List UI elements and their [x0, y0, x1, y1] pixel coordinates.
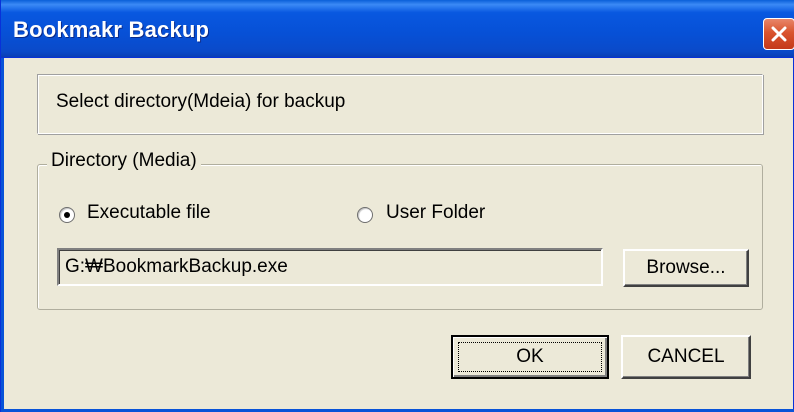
directory-group-legend: Directory (Media) [47, 150, 201, 172]
window-frame-left [1, 58, 4, 412]
radio-executable-file[interactable] [59, 207, 75, 223]
info-text: Select directory(Mdeia) for backup [56, 91, 346, 112]
ok-button[interactable]: OK [451, 335, 609, 379]
path-field[interactable] [57, 248, 603, 286]
radio-selected-dot [64, 212, 70, 218]
info-panel: Select directory(Mdeia) for backup [37, 74, 763, 134]
radio-label-user-folder[interactable]: User Folder [386, 202, 485, 224]
backup-dialog: Bookmakr Backup Select directory(Mdeia) … [0, 0, 794, 412]
directory-group [37, 164, 763, 310]
ok-button-label: OK [516, 346, 544, 367]
radio-user-folder[interactable] [357, 207, 373, 223]
title-bar[interactable]: Bookmakr Backup [1, 0, 794, 58]
browse-button[interactable]: Browse... [623, 249, 749, 287]
window-title: Bookmakr Backup [13, 17, 210, 42]
radio-label-executable-file[interactable]: Executable file [87, 202, 211, 224]
cancel-button[interactable]: CANCEL [621, 335, 751, 379]
close-button[interactable] [763, 18, 794, 50]
